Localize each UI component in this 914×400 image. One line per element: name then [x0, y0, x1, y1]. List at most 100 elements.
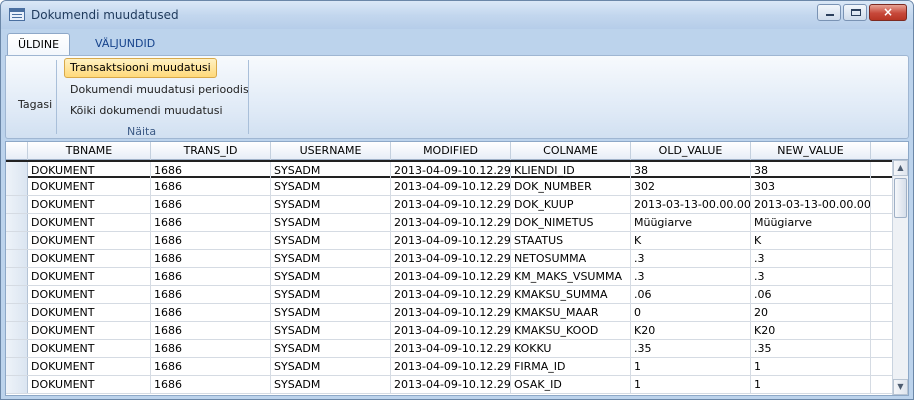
row-selector[interactable] [6, 376, 28, 393]
scroll-thumb[interactable] [894, 178, 907, 218]
cell-modified[interactable]: 2013-04-09-10.12.29.20 [391, 268, 511, 285]
cell-trans-id[interactable]: 1686 [151, 268, 271, 285]
cell-modified[interactable]: 2013-04-09-10.12.29.20 [391, 322, 511, 339]
cell-old-value[interactable]: .35 [631, 340, 751, 357]
cell-new-value[interactable]: .35 [751, 340, 871, 357]
cell-tbname[interactable]: DOKUMENT [28, 178, 151, 195]
cell-old-value[interactable]: .3 [631, 250, 751, 267]
table-row[interactable]: DOKUMENT1686SYSADM2013-04-09-10.12.29.20… [6, 160, 892, 179]
cell-colname[interactable]: KOKKU [511, 340, 631, 357]
table-row[interactable]: DOKUMENT1686SYSADM2013-04-09-10.12.29.20… [6, 232, 892, 250]
cell-new-value[interactable]: 38 [751, 162, 871, 179]
scroll-down-icon[interactable]: ▼ [893, 379, 908, 395]
cell-trans-id[interactable]: 1686 [151, 162, 271, 179]
cell-tbname[interactable]: DOKUMENT [28, 358, 151, 375]
cell-modified[interactable]: 2013-04-09-10.12.29.20 [391, 250, 511, 267]
cell-modified[interactable]: 2013-04-09-10.12.29.20 [391, 376, 511, 393]
back-button[interactable]: Tagasi [18, 98, 52, 111]
cell-new-value[interactable]: 2013-03-13-00.00.00.00 [751, 196, 871, 213]
table-row[interactable]: DOKUMENT1686SYSADM2013-04-09-10.12.29.20… [6, 250, 892, 268]
cell-old-value[interactable]: 1 [631, 376, 751, 393]
column-header-trans-id[interactable]: TRANS_ID [151, 142, 271, 160]
row-selector[interactable] [6, 286, 28, 303]
cell-old-value[interactable]: 38 [631, 162, 751, 179]
scroll-up-icon[interactable]: ▲ [893, 160, 908, 176]
cell-username[interactable]: SYSADM [271, 304, 391, 321]
table-row[interactable]: DOKUMENT1686SYSADM2013-04-09-10.12.29.20… [6, 178, 892, 196]
show-period-changes-button[interactable]: Dokumendi muudatusi perioodis [64, 80, 255, 100]
cell-old-value[interactable]: 1 [631, 358, 751, 375]
cell-modified[interactable]: 2013-04-09-10.12.29.20 [391, 214, 511, 231]
table-row[interactable]: DOKUMENT1686SYSADM2013-04-09-10.12.29.20… [6, 268, 892, 286]
cell-tbname[interactable]: DOKUMENT [28, 286, 151, 303]
cell-username[interactable]: SYSADM [271, 376, 391, 393]
show-transaction-changes-button[interactable]: Transaktsiooni muudatusi [64, 58, 217, 78]
cell-new-value[interactable]: Müügiarve [751, 214, 871, 231]
cell-old-value[interactable]: 302 [631, 178, 751, 195]
cell-trans-id[interactable]: 1686 [151, 304, 271, 321]
column-header-new-value[interactable]: NEW_VALUE [751, 142, 871, 160]
column-header-old-value[interactable]: OLD_VALUE [631, 142, 751, 160]
cell-colname[interactable]: NETOSUMMA [511, 250, 631, 267]
cell-colname[interactable]: STAATUS [511, 232, 631, 249]
row-selector[interactable] [6, 304, 28, 321]
column-header-colname[interactable]: COLNAME [511, 142, 631, 160]
cell-username[interactable]: SYSADM [271, 214, 391, 231]
close-button[interactable]: × [869, 4, 907, 21]
cell-colname[interactable]: DOK_KUUP [511, 196, 631, 213]
tab-valjundid[interactable]: VÄLJUNDID [85, 33, 165, 55]
cell-modified[interactable]: 2013-04-09-10.12.29.20 [391, 162, 511, 179]
cell-colname[interactable]: KMAKSU_KOOD [511, 322, 631, 339]
cell-tbname[interactable]: DOKUMENT [28, 232, 151, 249]
cell-colname[interactable]: KLIENDI_ID [511, 162, 631, 179]
column-header-username[interactable]: USERNAME [271, 142, 391, 160]
cell-trans-id[interactable]: 1686 [151, 358, 271, 375]
cell-new-value[interactable]: K [751, 232, 871, 249]
table-row[interactable]: DOKUMENT1686SYSADM2013-04-09-10.12.29.20… [6, 304, 892, 322]
cell-tbname[interactable]: DOKUMENT [28, 322, 151, 339]
row-selector[interactable] [6, 268, 28, 285]
cell-old-value[interactable]: K [631, 232, 751, 249]
row-selector[interactable] [6, 250, 28, 267]
cell-username[interactable]: SYSADM [271, 196, 391, 213]
row-selector[interactable] [6, 162, 28, 179]
title-bar[interactable]: Dokumendi muudatused × [1, 1, 913, 29]
cell-username[interactable]: SYSADM [271, 250, 391, 267]
table-row[interactable]: DOKUMENT1686SYSADM2013-04-09-10.12.29.20… [6, 322, 892, 340]
cell-colname[interactable]: KMAKSU_MAAR [511, 304, 631, 321]
cell-trans-id[interactable]: 1686 [151, 250, 271, 267]
cell-old-value[interactable]: 0 [631, 304, 751, 321]
cell-username[interactable]: SYSADM [271, 286, 391, 303]
cell-modified[interactable]: 2013-04-09-10.12.29.20 [391, 178, 511, 195]
column-header-modified[interactable]: MODIFIED [391, 142, 511, 160]
minimize-button[interactable] [817, 4, 841, 21]
cell-tbname[interactable]: DOKUMENT [28, 196, 151, 213]
cell-colname[interactable]: KM_MAKS_VSUMMA [511, 268, 631, 285]
cell-tbname[interactable]: DOKUMENT [28, 268, 151, 285]
cell-old-value[interactable]: Müügiarve [631, 214, 751, 231]
cell-trans-id[interactable]: 1686 [151, 214, 271, 231]
cell-new-value[interactable]: .3 [751, 250, 871, 267]
cell-colname[interactable]: FIRMA_ID [511, 358, 631, 375]
cell-tbname[interactable]: DOKUMENT [28, 376, 151, 393]
tab-uldine[interactable]: ÜLDINE [7, 33, 71, 55]
row-selector[interactable] [6, 340, 28, 357]
cell-trans-id[interactable]: 1686 [151, 232, 271, 249]
table-row[interactable]: DOKUMENT1686SYSADM2013-04-09-10.12.29.20… [6, 196, 892, 214]
cell-colname[interactable]: DOK_NUMBER [511, 178, 631, 195]
cell-trans-id[interactable]: 1686 [151, 340, 271, 357]
cell-new-value[interactable]: .06 [751, 286, 871, 303]
cell-new-value[interactable]: 303 [751, 178, 871, 195]
maximize-button[interactable] [843, 4, 867, 21]
table-row[interactable]: DOKUMENT1686SYSADM2013-04-09-10.12.29.20… [6, 358, 892, 376]
column-header-tbname[interactable]: TBNAME [28, 142, 151, 160]
row-selector[interactable] [6, 232, 28, 249]
cell-new-value[interactable]: 1 [751, 376, 871, 393]
cell-modified[interactable]: 2013-04-09-10.12.29.20 [391, 196, 511, 213]
cell-modified[interactable]: 2013-04-09-10.12.29.20 [391, 232, 511, 249]
cell-modified[interactable]: 2013-04-09-10.12.29.20 [391, 304, 511, 321]
cell-colname[interactable]: DOK_NIMETUS [511, 214, 631, 231]
cell-trans-id[interactable]: 1686 [151, 286, 271, 303]
cell-colname[interactable]: KMAKSU_SUMMA [511, 286, 631, 303]
cell-tbname[interactable]: DOKUMENT [28, 162, 151, 179]
